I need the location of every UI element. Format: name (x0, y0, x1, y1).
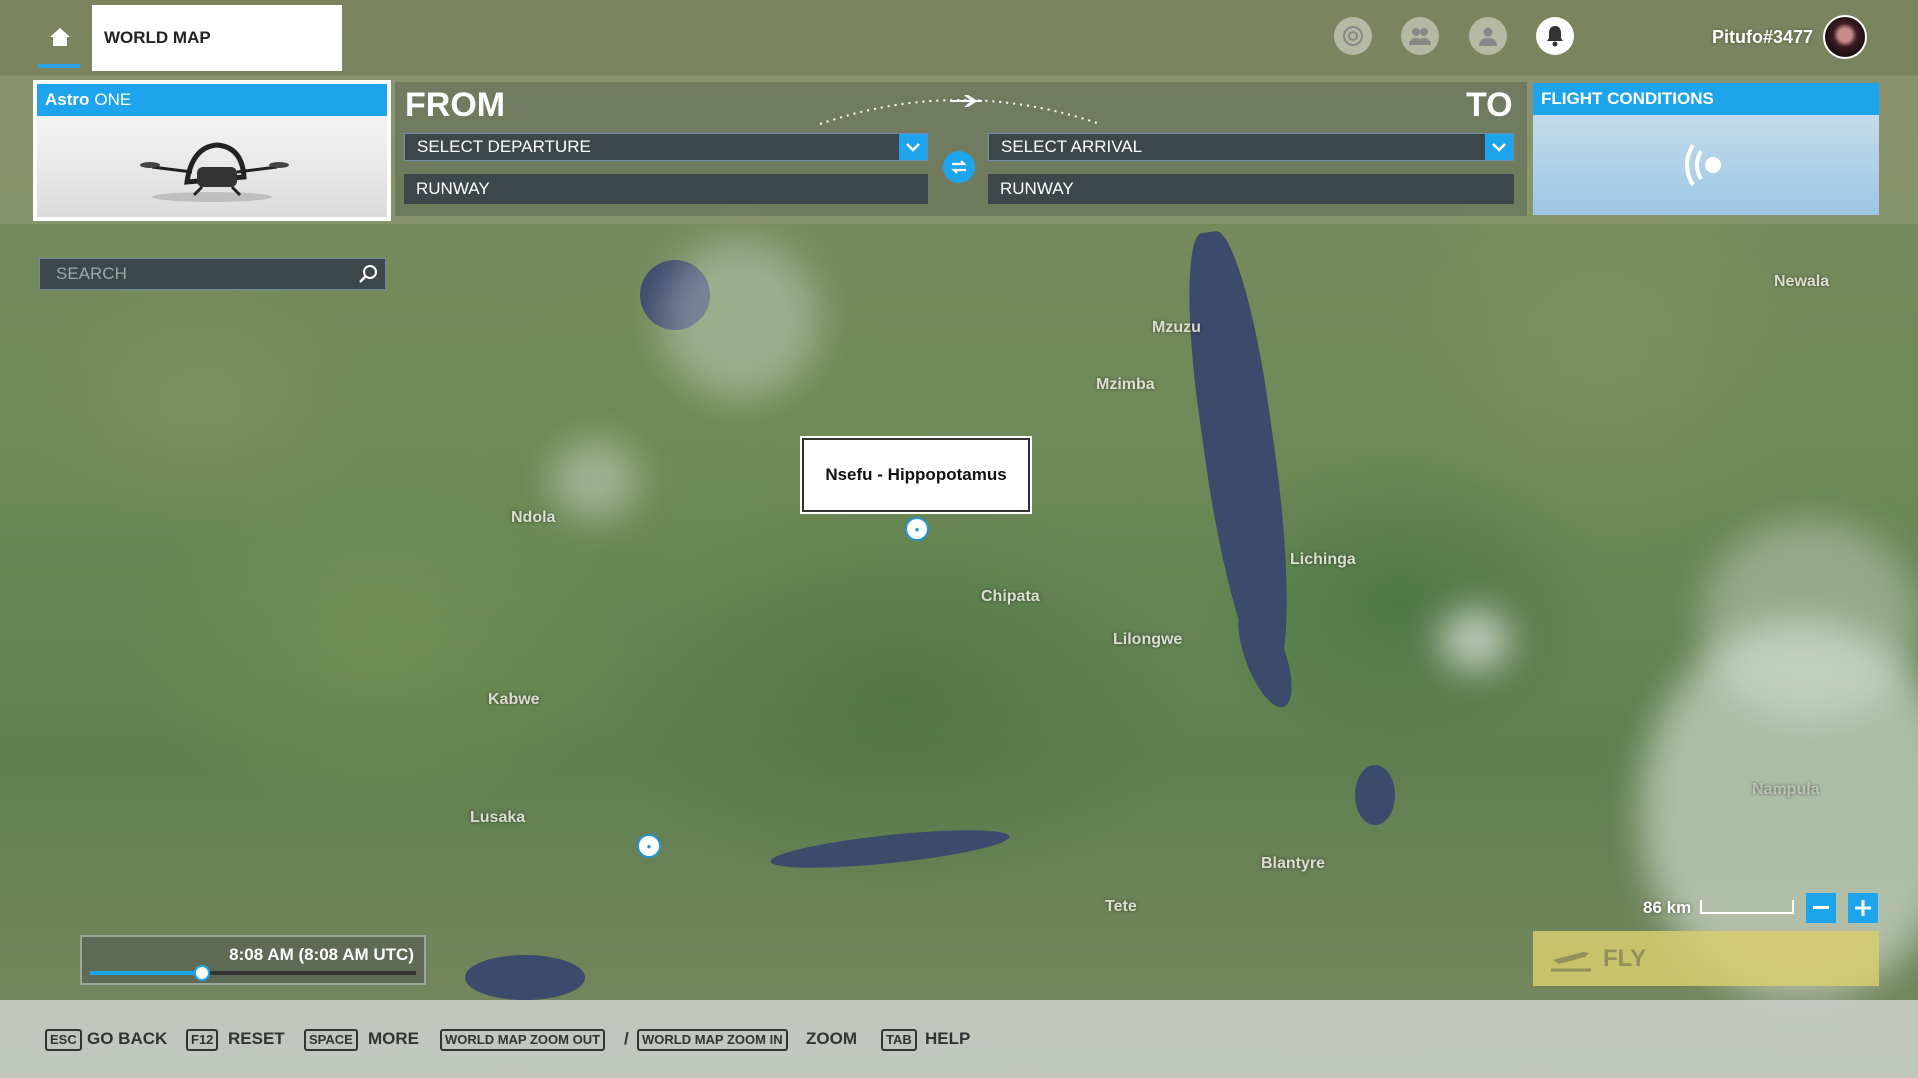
time-of-day-control[interactable]: 8:08 AM (8:08 AM UTC) (80, 935, 426, 985)
town-label: Blantyre (1261, 855, 1326, 872)
departure-select[interactable]: SELECT DEPARTURE (404, 133, 928, 161)
hint-go-back[interactable]: GO BACK (87, 1029, 167, 1049)
departure-runway-field[interactable]: RUNWAY (404, 174, 928, 204)
key-tab[interactable]: TAB (881, 1029, 917, 1051)
search-icon[interactable] (357, 263, 379, 285)
lake-malawi-south (1227, 596, 1303, 714)
swap-route-button[interactable] (943, 151, 975, 183)
chevron-down-icon[interactable] (1485, 134, 1513, 160)
search-input[interactable]: SEARCH (39, 258, 386, 290)
fly-button[interactable]: FLY (1533, 931, 1879, 986)
search-placeholder: SEARCH (56, 264, 127, 283)
arrival-select[interactable]: SELECT ARRIVAL (988, 133, 1514, 161)
time-slider[interactable] (90, 965, 416, 981)
key-f12[interactable]: F12 (186, 1029, 219, 1051)
poi-tooltip: Nsefu - Hippopotamus (800, 436, 1032, 514)
key-zoom-out[interactable]: WORLD MAP ZOOM OUT (440, 1029, 606, 1051)
swap-icon (951, 160, 967, 174)
avatar[interactable] (1823, 15, 1867, 59)
home-icon (50, 28, 70, 46)
town-label: Nampula (1752, 781, 1820, 798)
minus-icon (1813, 906, 1829, 909)
hint-help[interactable]: HELP (925, 1029, 970, 1049)
aircraft-selector[interactable]: Astro ONE (33, 80, 391, 221)
poi-tooltip-label: Nsefu - Hippopotamus (825, 465, 1007, 484)
hint-zoom[interactable]: ZOOM (806, 1029, 857, 1049)
cloud (550, 440, 640, 520)
home-tab-indicator (38, 64, 80, 68)
town-label: Kabwe (488, 691, 540, 708)
hint-more[interactable]: MORE (368, 1029, 419, 1049)
time-slider-fill (90, 971, 201, 975)
flight-conditions-card[interactable]: FLIGHT CONDITIONS (1533, 83, 1879, 215)
town-label: Lusaka (470, 809, 526, 826)
home-tab[interactable] (42, 6, 78, 68)
to-label: TO (1466, 86, 1513, 124)
time-slider-handle[interactable] (193, 965, 210, 981)
town-label: Ndola (511, 509, 556, 526)
time-label: 8:08 AM (8:08 AM UTC) (229, 945, 414, 964)
arrival-select-label: SELECT ARRIVAL (1001, 137, 1143, 156)
live-weather-icon (1685, 143, 1721, 187)
poi-marker-paw-icon[interactable]: • (905, 517, 929, 541)
town-label: Mzuzu (1152, 319, 1201, 336)
route-arc (819, 95, 1101, 125)
from-label: FROM (405, 86, 506, 124)
flight-conditions-title: FLIGHT CONDITIONS (1533, 83, 1879, 115)
departure-select-label: SELECT DEPARTURE (417, 137, 591, 156)
town-label: Lichinga (1290, 551, 1356, 568)
cloud (1700, 520, 1918, 720)
hint-reset[interactable]: RESET (228, 1029, 285, 1049)
plus-icon (1855, 900, 1871, 916)
aircraft-model: ONE (94, 90, 132, 109)
zoom-out-button[interactable] (1806, 893, 1836, 923)
town-label: Chipata (981, 588, 1040, 605)
town-label: Mzimba (1096, 376, 1155, 393)
aircraft-name: Astro ONE (37, 84, 387, 116)
hint-separator: / (624, 1029, 629, 1048)
town-label: Newala (1774, 273, 1830, 290)
profile-icon[interactable] (1469, 17, 1507, 55)
key-space[interactable]: SPACE (304, 1029, 358, 1051)
zoom-in-button[interactable] (1848, 893, 1878, 923)
arrival-runway-field[interactable]: RUNWAY (988, 174, 1514, 204)
friends-icon[interactable] (1401, 17, 1439, 55)
map-scale-label: 86 km (1643, 898, 1692, 917)
cloud (660, 240, 820, 400)
airplane-icon (950, 95, 982, 107)
town-label: Tete (1105, 898, 1137, 915)
town-label: Lilongwe (1113, 631, 1183, 648)
key-zoom-in[interactable]: WORLD MAP ZOOM IN (637, 1029, 788, 1051)
lake-bottom (465, 955, 585, 1000)
username[interactable]: Pitufo#3477 (1712, 27, 1813, 48)
takeoff-icon (1551, 951, 1591, 971)
aircraft-image (37, 116, 387, 217)
map-scale-bar (1700, 900, 1794, 914)
fly-label: FLY (1603, 944, 1647, 972)
lake-chilwa (1355, 765, 1395, 825)
key-esc[interactable]: ESC (45, 1029, 82, 1051)
cloud (1440, 610, 1510, 670)
achievements-icon[interactable] (1334, 17, 1372, 55)
notifications-icon[interactable] (1536, 17, 1574, 55)
tab-world-map[interactable]: WORLD MAP (92, 5, 342, 71)
aircraft-brand: Astro (45, 90, 90, 109)
chevron-down-icon[interactable] (899, 134, 927, 160)
poi-marker-paw-icon[interactable]: • (637, 834, 661, 858)
lake-kariba (769, 822, 1011, 876)
